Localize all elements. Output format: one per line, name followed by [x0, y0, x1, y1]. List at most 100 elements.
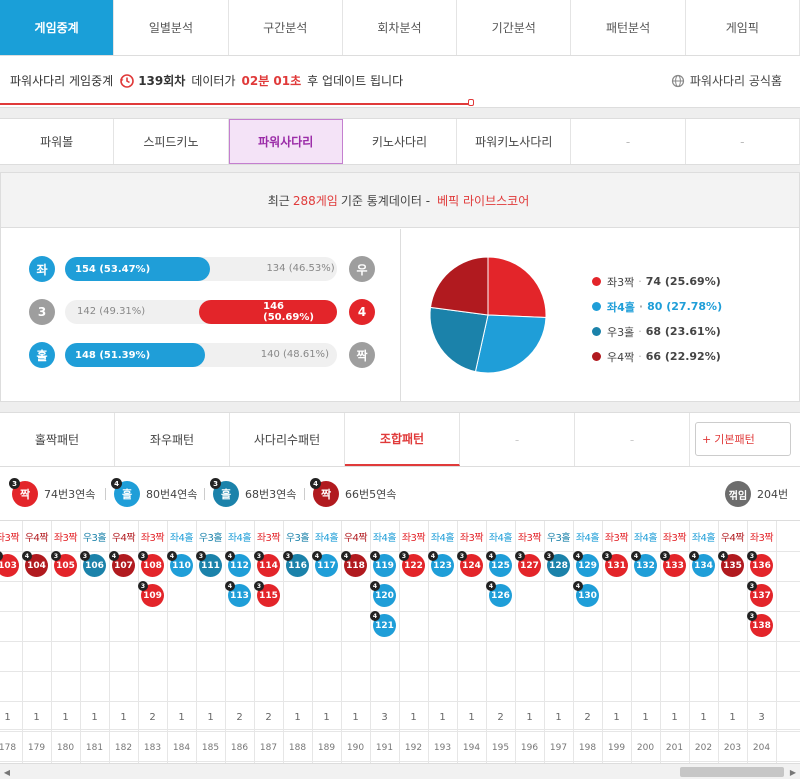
ball-sup: 4 — [225, 551, 235, 561]
result-ball: 3 114 — [254, 551, 280, 577]
progress-marker — [468, 99, 474, 106]
pattern-tab[interactable]: 좌우패턴 — [115, 413, 230, 466]
pattern-tab[interactable]: 홀짝패턴 — [0, 413, 115, 466]
streak-count: 1 — [410, 711, 417, 723]
game-tab[interactable]: - — [686, 119, 800, 164]
column-header: 좌3짝 — [0, 532, 20, 544]
legend-item: 우4짝 · 66 (22.92%) — [592, 344, 722, 369]
result-ball: 4 123 — [428, 551, 454, 577]
column-header: 우4짝 — [111, 532, 136, 544]
result-ball: 3 128 — [544, 551, 570, 577]
pie-section: 좌3짝 · 74 (25.69%) 좌4홀 · 80 (27.78%) 우3홀 · 68 (23… — [402, 229, 800, 401]
legend-value: 66 (22.92%) — [645, 350, 721, 363]
streak-badge: 4홀 — [111, 478, 140, 507]
streak-count: 2 — [265, 711, 272, 723]
legend-sep: · — [638, 325, 642, 338]
ball-number: 128 — [549, 560, 568, 571]
round-label: 193 — [433, 743, 452, 753]
scrollbar-thumb[interactable] — [680, 767, 784, 777]
basic-pattern-button[interactable]: + 기본패턴 — [695, 422, 791, 456]
ball-sup: 3 — [747, 611, 757, 621]
scroll-left-icon[interactable]: ◀ — [2, 767, 12, 777]
left-indicator: 홀 — [29, 342, 55, 368]
top-nav-tab[interactable]: 기간분석 — [457, 0, 572, 55]
top-nav-tab[interactable]: 게임픽 — [686, 0, 800, 55]
result-ball: 3 137 — [747, 581, 773, 607]
column-header: 좌3짝 — [53, 532, 78, 544]
stats-header: 최근 288게임 기준 통계데이터 - 베픽 라이브스코어 — [1, 173, 799, 228]
round-label: 197 — [549, 743, 568, 753]
streak-badge-label: 짝 — [19, 488, 31, 501]
ball-number: 103 — [0, 560, 17, 571]
ball-sup: 3 — [138, 581, 148, 591]
ball-number: 134 — [694, 560, 713, 571]
game-tab[interactable]: 파워키노사다리 — [457, 119, 572, 164]
stats-brand: 베픽 라이브스코어 — [437, 193, 530, 208]
game-tab[interactable]: 파워볼 — [0, 119, 115, 164]
streak-count: 1 — [642, 711, 649, 723]
top-nav-tab[interactable]: 일별분석 — [114, 0, 229, 55]
streak-badge-label: 홀 — [121, 488, 133, 501]
official-home-link[interactable]: 파워사다리 공식홈 — [671, 72, 782, 89]
ball-sup: 3 — [0, 551, 3, 561]
streak-count: 1 — [207, 711, 214, 723]
result-ball: 4 120 — [370, 581, 396, 607]
ball-number: 129 — [578, 560, 597, 571]
update-message: 파워사다리 게임중계 139회차 데이터가 02분 01초 후 업데이트 됩니다 — [10, 72, 403, 89]
ratio-track: 148 (51.39%) 140 (48.61%) — [65, 343, 337, 367]
column-header: 좌3짝 — [401, 532, 426, 544]
game-tab[interactable]: - — [571, 119, 686, 164]
game-tab[interactable]: 스피드키노 — [114, 119, 229, 164]
horizontal-scrollbar[interactable]: ◀ ▶ — [0, 763, 800, 779]
round-label: 179 — [27, 743, 46, 753]
game-tab[interactable]: 키노사다리 — [343, 119, 458, 164]
legend-name: 좌4홀 — [607, 300, 635, 314]
round-label: 187 — [259, 743, 278, 753]
ball-number: 133 — [665, 560, 684, 571]
streak-item: 3 짝 74번3연속 — [9, 478, 95, 507]
legend-dot — [592, 352, 601, 361]
pattern-tab[interactable]: - — [575, 413, 690, 466]
top-nav-tab[interactable]: 회차분석 — [343, 0, 458, 55]
round-label: 183 — [143, 743, 162, 753]
streak-badge-sup: 3 — [9, 478, 20, 489]
round-label: 181 — [85, 743, 104, 753]
result-ball: 4 117 — [312, 551, 338, 577]
scroll-right-icon[interactable]: ▶ — [788, 767, 798, 777]
column-header: 좌4홀 — [314, 532, 339, 544]
streak-text: 66번5연속 — [345, 488, 397, 501]
round-label: 184 — [172, 743, 191, 753]
streak-count: 2 — [497, 711, 504, 723]
streak-count: 1 — [613, 711, 620, 723]
pattern-tab[interactable]: 조합패턴 — [345, 413, 460, 466]
statistics-panel: 최근 288게임 기준 통계데이터 - 베픽 라이브스코어 좌 154 (53.4… — [0, 172, 800, 402]
pie-slice — [487, 256, 547, 319]
ball-sup: 4 — [370, 551, 380, 561]
result-ball: 4 126 — [486, 581, 512, 607]
pattern-grid: 좌3짝31031178우4짝41041179좌3짝31051180우3홀3106… — [0, 521, 800, 763]
top-nav-tab[interactable]: 패턴분석 — [571, 0, 686, 55]
game-tab[interactable]: 파워사다리 — [228, 119, 343, 164]
ball-number: 108 — [143, 560, 162, 571]
legend-sep: · — [638, 350, 642, 363]
ball-number: 122 — [404, 560, 423, 571]
round-label: 180 — [56, 743, 75, 753]
left-indicator: 좌 — [29, 256, 55, 282]
pattern-tab[interactable]: 사다리수패턴 — [230, 413, 345, 466]
streak-text: 80번4연속 — [146, 488, 198, 501]
ball-number: 124 — [462, 560, 481, 571]
round-label: 191 — [375, 743, 394, 753]
legend-sep: · — [638, 275, 642, 288]
pattern-tab[interactable]: - — [460, 413, 575, 466]
result-ball: 3 131 — [602, 551, 628, 577]
ball-number: 107 — [114, 560, 133, 571]
column-header: 우4짝 — [343, 532, 368, 544]
result-ball: 3 108 — [138, 551, 164, 577]
column-header: 좌3짝 — [256, 532, 281, 544]
top-nav-tab[interactable]: 구간분석 — [229, 0, 343, 55]
countdown-timer: 02분 01초 — [241, 74, 302, 88]
count-row-line — [0, 729, 800, 730]
top-nav-tab[interactable]: 게임중계 — [0, 0, 115, 55]
ball-number: 130 — [578, 590, 597, 601]
grid-col-line — [776, 521, 777, 763]
